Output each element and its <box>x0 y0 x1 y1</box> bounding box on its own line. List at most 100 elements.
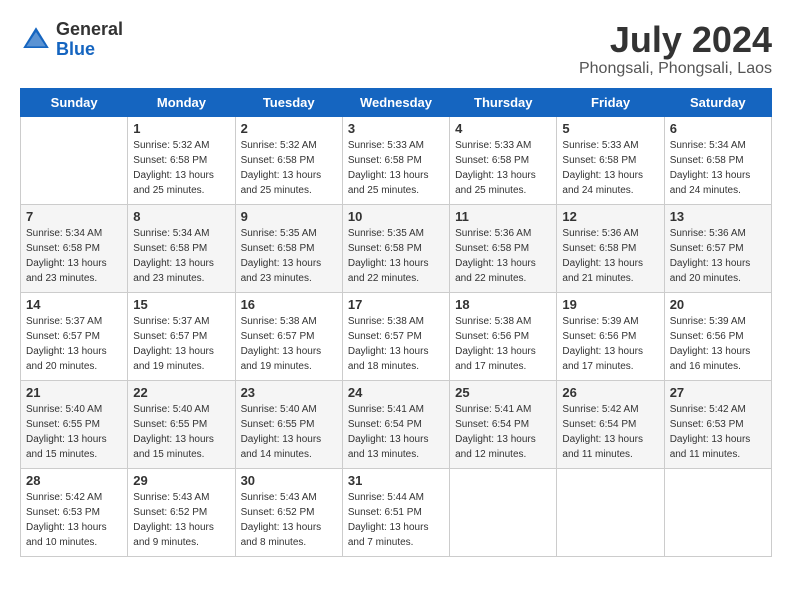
logo-text: General Blue <box>56 20 123 60</box>
month-year: July 2024 <box>579 20 772 60</box>
day-info: Sunrise: 5:38 AMSunset: 6:56 PMDaylight:… <box>455 314 551 374</box>
day-number: 6 <box>670 121 766 136</box>
day-info: Sunrise: 5:42 AMSunset: 6:53 PMDaylight:… <box>670 402 766 462</box>
day-info: Sunrise: 5:35 AMSunset: 6:58 PMDaylight:… <box>348 226 444 286</box>
calendar-day-cell: 7 Sunrise: 5:34 AMSunset: 6:58 PMDaylight… <box>21 204 128 292</box>
calendar-day-cell: 17 Sunrise: 5:38 AMSunset: 6:57 PMDayligh… <box>342 292 449 380</box>
day-info: Sunrise: 5:32 AMSunset: 6:58 PMDaylight:… <box>133 138 229 198</box>
calendar-day-cell: 2Sunrise: 5:32 AMSunset: 6:58 PMDaylight… <box>235 116 342 204</box>
day-number: 9 <box>241 209 337 224</box>
calendar-day-cell: 23 Sunrise: 5:40 AMSunset: 6:55 PMDayligh… <box>235 380 342 468</box>
day-number: 4 <box>455 121 551 136</box>
calendar-week-row: 21 Sunrise: 5:40 AMSunset: 6:55 PMDayligh… <box>21 380 772 468</box>
calendar-day-cell: 10 Sunrise: 5:35 AMSunset: 6:58 PMDayligh… <box>342 204 449 292</box>
calendar-day-cell: 27 Sunrise: 5:42 AMSunset: 6:53 PMDayligh… <box>664 380 771 468</box>
logo-general: General <box>56 20 123 40</box>
calendar-day-cell <box>664 468 771 556</box>
weekday-header: Tuesday <box>235 88 342 116</box>
weekday-header: Thursday <box>450 88 557 116</box>
day-number: 2 <box>241 121 337 136</box>
day-info: Sunrise: 5:36 AMSunset: 6:58 PMDaylight:… <box>562 226 658 286</box>
day-number: 16 <box>241 297 337 312</box>
calendar-week-row: 7 Sunrise: 5:34 AMSunset: 6:58 PMDaylight… <box>21 204 772 292</box>
day-number: 13 <box>670 209 766 224</box>
day-info: Sunrise: 5:34 AMSunset: 6:58 PMDaylight:… <box>670 138 766 198</box>
weekday-header: Wednesday <box>342 88 449 116</box>
day-info: Sunrise: 5:37 AMSunset: 6:57 PMDaylight:… <box>26 314 122 374</box>
day-number: 12 <box>562 209 658 224</box>
day-info: Sunrise: 5:41 AMSunset: 6:54 PMDaylight:… <box>348 402 444 462</box>
day-info: Sunrise: 5:42 AMSunset: 6:53 PMDaylight:… <box>26 490 122 550</box>
day-number: 14 <box>26 297 122 312</box>
day-number: 10 <box>348 209 444 224</box>
calendar-day-cell: 4Sunrise: 5:33 AMSunset: 6:58 PMDaylight… <box>450 116 557 204</box>
calendar-day-cell: 18Sunrise: 5:38 AMSunset: 6:56 PMDayligh… <box>450 292 557 380</box>
calendar-header-row: SundayMondayTuesdayWednesdayThursdayFrid… <box>21 88 772 116</box>
calendar-day-cell <box>450 468 557 556</box>
calendar-day-cell: 13Sunrise: 5:36 AMSunset: 6:57 PMDayligh… <box>664 204 771 292</box>
day-info: Sunrise: 5:44 AMSunset: 6:51 PMDaylight:… <box>348 490 444 550</box>
weekday-header: Saturday <box>664 88 771 116</box>
calendar-week-row: 1Sunrise: 5:32 AMSunset: 6:58 PMDaylight… <box>21 116 772 204</box>
day-number: 29 <box>133 473 229 488</box>
weekday-header: Monday <box>128 88 235 116</box>
calendar-day-cell: 5Sunrise: 5:33 AMSunset: 6:58 PMDaylight… <box>557 116 664 204</box>
calendar-day-cell: 14 Sunrise: 5:37 AMSunset: 6:57 PMDayligh… <box>21 292 128 380</box>
day-info: Sunrise: 5:40 AMSunset: 6:55 PMDaylight:… <box>26 402 122 462</box>
calendar-day-cell: 1Sunrise: 5:32 AMSunset: 6:58 PMDaylight… <box>128 116 235 204</box>
day-number: 30 <box>241 473 337 488</box>
day-number: 23 <box>241 385 337 400</box>
day-number: 25 <box>455 385 551 400</box>
day-info: Sunrise: 5:38 AMSunset: 6:57 PMDaylight:… <box>348 314 444 374</box>
day-number: 17 <box>348 297 444 312</box>
day-number: 15 <box>133 297 229 312</box>
day-number: 7 <box>26 209 122 224</box>
calendar-day-cell: 9 Sunrise: 5:35 AMSunset: 6:58 PMDaylight… <box>235 204 342 292</box>
day-info: Sunrise: 5:39 AMSunset: 6:56 PMDaylight:… <box>562 314 658 374</box>
day-info: Sunrise: 5:41 AMSunset: 6:54 PMDaylight:… <box>455 402 551 462</box>
calendar-day-cell: 29 Sunrise: 5:43 AMSunset: 6:52 PMDayligh… <box>128 468 235 556</box>
calendar-day-cell: 20Sunrise: 5:39 AMSunset: 6:56 PMDayligh… <box>664 292 771 380</box>
calendar-day-cell: 6 Sunrise: 5:34 AMSunset: 6:58 PMDaylight… <box>664 116 771 204</box>
calendar-day-cell: 21 Sunrise: 5:40 AMSunset: 6:55 PMDayligh… <box>21 380 128 468</box>
day-info: Sunrise: 5:36 AMSunset: 6:58 PMDaylight:… <box>455 226 551 286</box>
calendar-day-cell: 26 Sunrise: 5:42 AMSunset: 6:54 PMDayligh… <box>557 380 664 468</box>
calendar-day-cell: 30 Sunrise: 5:43 AMSunset: 6:52 PMDayligh… <box>235 468 342 556</box>
day-info: Sunrise: 5:43 AMSunset: 6:52 PMDaylight:… <box>241 490 337 550</box>
day-info: Sunrise: 5:34 AMSunset: 6:58 PMDaylight:… <box>26 226 122 286</box>
calendar-day-cell: 19 Sunrise: 5:39 AMSunset: 6:56 PMDayligh… <box>557 292 664 380</box>
calendar-day-cell <box>557 468 664 556</box>
calendar-day-cell: 24Sunrise: 5:41 AMSunset: 6:54 PMDayligh… <box>342 380 449 468</box>
calendar-day-cell: 25 Sunrise: 5:41 AMSunset: 6:54 PMDayligh… <box>450 380 557 468</box>
calendar-day-cell <box>21 116 128 204</box>
day-number: 31 <box>348 473 444 488</box>
weekday-header: Sunday <box>21 88 128 116</box>
location: Phongsali, Phongsali, Laos <box>579 60 772 78</box>
day-number: 19 <box>562 297 658 312</box>
calendar-day-cell: 11 Sunrise: 5:36 AMSunset: 6:58 PMDayligh… <box>450 204 557 292</box>
calendar-table: SundayMondayTuesdayWednesdayThursdayFrid… <box>20 88 772 557</box>
calendar-day-cell: 8Sunrise: 5:34 AMSunset: 6:58 PMDaylight… <box>128 204 235 292</box>
day-number: 28 <box>26 473 122 488</box>
day-info: Sunrise: 5:43 AMSunset: 6:52 PMDaylight:… <box>133 490 229 550</box>
day-number: 22 <box>133 385 229 400</box>
day-number: 11 <box>455 209 551 224</box>
calendar-day-cell: 28 Sunrise: 5:42 AMSunset: 6:53 PMDayligh… <box>21 468 128 556</box>
day-number: 26 <box>562 385 658 400</box>
day-info: Sunrise: 5:40 AMSunset: 6:55 PMDaylight:… <box>133 402 229 462</box>
logo-blue: Blue <box>56 40 123 60</box>
day-number: 27 <box>670 385 766 400</box>
logo: General Blue <box>20 20 123 60</box>
title-block: July 2024 Phongsali, Phongsali, Laos <box>579 20 772 78</box>
day-number: 21 <box>26 385 122 400</box>
day-info: Sunrise: 5:40 AMSunset: 6:55 PMDaylight:… <box>241 402 337 462</box>
calendar-day-cell: 3Sunrise: 5:33 AMSunset: 6:58 PMDaylight… <box>342 116 449 204</box>
calendar-day-cell: 15 Sunrise: 5:37 AMSunset: 6:57 PMDayligh… <box>128 292 235 380</box>
day-info: Sunrise: 5:42 AMSunset: 6:54 PMDaylight:… <box>562 402 658 462</box>
day-info: Sunrise: 5:34 AMSunset: 6:58 PMDaylight:… <box>133 226 229 286</box>
day-info: Sunrise: 5:39 AMSunset: 6:56 PMDaylight:… <box>670 314 766 374</box>
day-info: Sunrise: 5:35 AMSunset: 6:58 PMDaylight:… <box>241 226 337 286</box>
calendar-week-row: 28 Sunrise: 5:42 AMSunset: 6:53 PMDayligh… <box>21 468 772 556</box>
day-info: Sunrise: 5:37 AMSunset: 6:57 PMDaylight:… <box>133 314 229 374</box>
logo-icon <box>20 24 52 56</box>
